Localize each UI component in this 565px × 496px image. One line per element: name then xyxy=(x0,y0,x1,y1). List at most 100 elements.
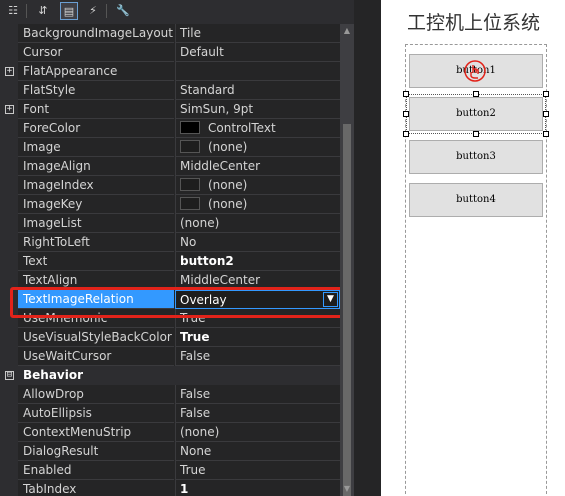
property-row-usewaitcursor[interactable]: UseWaitCursor False xyxy=(0,347,340,366)
resize-handle[interactable] xyxy=(473,131,479,137)
property-name[interactable]: ImageKey xyxy=(18,195,174,214)
property-name[interactable]: DialogResult xyxy=(18,442,174,461)
property-row-imagekey[interactable]: ImageKey (none) xyxy=(0,195,340,214)
resize-handle[interactable] xyxy=(403,111,409,117)
property-row-contextmenustrip[interactable]: ContextMenuStrip (none) xyxy=(0,423,340,442)
property-name[interactable]: Image xyxy=(18,138,174,157)
property-row-backgroundimagelayout[interactable]: BackgroundImageLayout Tile xyxy=(0,24,340,43)
form-title: 工控机上位系统 xyxy=(407,12,541,34)
dropdown-arrow-icon[interactable]: ▼ xyxy=(323,292,338,307)
scroll-up-arrow-icon[interactable]: ▲ xyxy=(340,24,354,38)
property-pages-icon[interactable]: 🔧 xyxy=(114,2,132,20)
property-name[interactable]: TextAlign xyxy=(18,271,174,290)
property-value[interactable]: MiddleCenter xyxy=(175,271,340,290)
properties-panel: ☷ ⇵ ▤ ⚡ 🔧 BackgroundImageLayout Tile Cursor Def… xyxy=(0,0,381,496)
category-behavior[interactable]: ⊟ Behavior xyxy=(0,366,340,385)
property-value[interactable] xyxy=(175,62,340,81)
property-row-imageindex[interactable]: ImageIndex (none) xyxy=(0,176,340,195)
property-value[interactable]: Default xyxy=(175,43,340,62)
property-name[interactable]: ImageList xyxy=(18,214,174,233)
property-grid-scrollbar[interactable]: ▲ ▼ xyxy=(340,24,354,496)
collapse-icon[interactable]: ⊟ xyxy=(5,371,14,380)
property-name[interactable]: UseMnemonic xyxy=(18,309,174,328)
property-name[interactable]: UseVisualStyleBackColor xyxy=(18,328,174,347)
property-value[interactable]: None xyxy=(175,442,340,461)
property-row-textimagerelation[interactable]: TextImageRelation Overlay ▼ xyxy=(0,290,340,309)
property-row-flatstyle[interactable]: FlatStyle Standard xyxy=(0,81,340,100)
property-row-autoellipsis[interactable]: AutoEllipsis False xyxy=(0,404,340,423)
property-value[interactable]: True xyxy=(175,309,340,328)
property-value[interactable]: False xyxy=(175,385,340,404)
property-name[interactable]: BackgroundImageLayout xyxy=(18,24,174,43)
property-name[interactable]: RightToLeft xyxy=(18,233,174,252)
expand-icon[interactable]: + xyxy=(5,105,14,114)
categorized-icon[interactable]: ☷ xyxy=(4,2,22,20)
property-value[interactable]: 1 xyxy=(175,480,340,496)
property-row-dialogresult[interactable]: DialogResult None xyxy=(0,442,340,461)
property-value[interactable]: True xyxy=(175,461,340,480)
property-name[interactable]: AllowDrop xyxy=(18,385,174,404)
property-value[interactable]: (none) xyxy=(175,423,340,442)
property-row-enabled[interactable]: Enabled True xyxy=(0,461,340,480)
property-row-usemnemonic[interactable]: UseMnemonic True xyxy=(0,309,340,328)
scroll-thumb[interactable] xyxy=(343,124,351,496)
property-row-text[interactable]: Text button2 xyxy=(0,252,340,271)
property-name[interactable]: ImageAlign xyxy=(18,157,174,176)
property-row-cursor[interactable]: Cursor Default xyxy=(0,43,340,62)
property-row-textalign[interactable]: TextAlign MiddleCenter xyxy=(0,271,340,290)
expand-icon[interactable]: + xyxy=(5,67,14,76)
property-value[interactable]: False xyxy=(175,347,340,366)
property-name[interactable]: Font xyxy=(18,100,174,119)
property-row-righttoleft[interactable]: RightToLeft No xyxy=(0,233,340,252)
property-name[interactable]: FlatAppearance xyxy=(18,62,174,81)
property-name[interactable]: TabIndex xyxy=(18,480,174,496)
property-value[interactable]: Tile xyxy=(175,24,340,43)
resize-handle[interactable] xyxy=(403,91,409,97)
properties-icon[interactable]: ▤ xyxy=(60,2,78,20)
property-value[interactable]: SimSun, 9pt xyxy=(175,100,340,119)
property-value[interactable]: ControlText xyxy=(175,119,340,138)
property-row-image[interactable]: Image (none) xyxy=(0,138,340,157)
property-name[interactable]: Text xyxy=(18,252,174,271)
property-name[interactable]: Cursor xyxy=(18,43,174,62)
property-row-tabindex[interactable]: TabIndex 1 xyxy=(0,480,340,496)
property-row-allowdrop[interactable]: AllowDrop False xyxy=(0,385,340,404)
scroll-down-arrow-icon[interactable]: ▼ xyxy=(340,482,354,496)
property-row-imagelist[interactable]: ImageList (none) xyxy=(0,214,340,233)
property-value[interactable]: button2 xyxy=(175,252,340,271)
property-value[interactable]: True xyxy=(175,328,340,347)
property-value[interactable]: (none) xyxy=(175,214,340,233)
property-name[interactable]: FlatStyle xyxy=(18,81,174,100)
row-gutter: + xyxy=(0,62,18,81)
property-name[interactable]: AutoEllipsis xyxy=(18,404,174,423)
property-value-text: True xyxy=(180,311,206,325)
property-value[interactable]: Standard xyxy=(175,81,340,100)
property-value[interactable]: MiddleCenter xyxy=(175,157,340,176)
property-name[interactable]: TextImageRelation xyxy=(18,290,174,309)
form-button-button3[interactable]: button3 xyxy=(409,140,543,174)
property-value[interactable]: (none) xyxy=(175,195,340,214)
property-row-usevisualstylebackcolor[interactable]: UseVisualStyleBackColor True xyxy=(0,328,340,347)
resize-handle[interactable] xyxy=(543,91,549,97)
property-name[interactable]: UseWaitCursor xyxy=(18,347,174,366)
property-value[interactable]: (none) xyxy=(175,138,340,157)
property-row-font[interactable]: + Font SimSun, 9pt xyxy=(0,100,340,119)
property-value[interactable]: (none) xyxy=(175,176,340,195)
property-row-imagealign[interactable]: ImageAlign MiddleCenter xyxy=(0,157,340,176)
form-button-button4[interactable]: button4 xyxy=(409,183,543,217)
property-name[interactable]: Enabled xyxy=(18,461,174,480)
property-name[interactable]: ForeColor xyxy=(18,119,174,138)
property-value[interactable]: False xyxy=(175,404,340,423)
property-value[interactable]: No xyxy=(175,233,340,252)
resize-handle[interactable] xyxy=(543,111,549,117)
resize-handle[interactable] xyxy=(473,91,479,97)
resize-handle[interactable] xyxy=(543,131,549,137)
property-row-forecolor[interactable]: ForeColor ControlText xyxy=(0,119,340,138)
property-row-flatappearance[interactable]: + FlatAppearance xyxy=(0,62,340,81)
property-name[interactable]: ImageIndex xyxy=(18,176,174,195)
alphabetical-icon[interactable]: ⇵ xyxy=(34,2,52,20)
resize-handle[interactable] xyxy=(403,131,409,137)
property-value-dropdown[interactable]: Overlay ▼ xyxy=(175,290,340,309)
property-name[interactable]: ContextMenuStrip xyxy=(18,423,174,442)
events-icon[interactable]: ⚡ xyxy=(84,2,102,20)
